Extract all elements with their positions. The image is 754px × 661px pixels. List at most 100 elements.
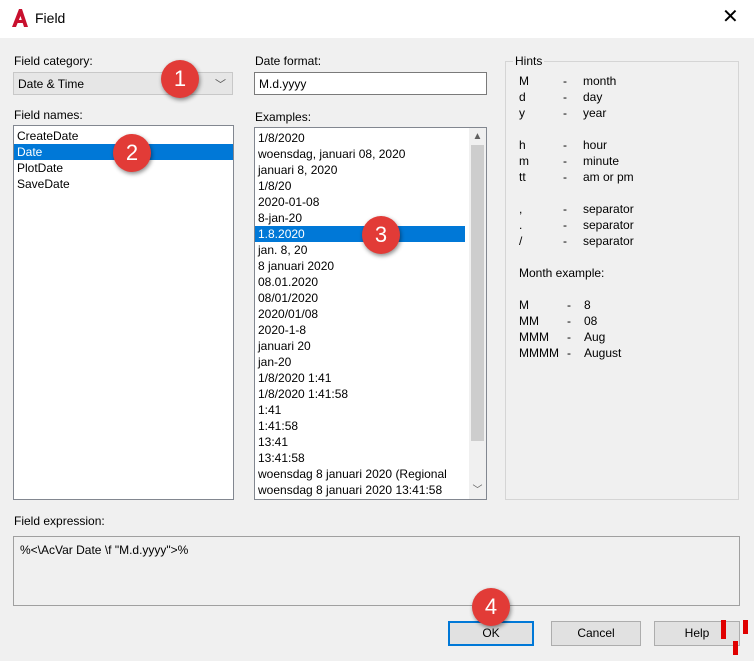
month-dash: -: [567, 346, 571, 360]
annotation-mark: [733, 641, 738, 655]
month-example-row: MMM - Aug: [519, 330, 605, 344]
example-item[interactable]: 2020/01/08: [255, 306, 465, 322]
hint-row: h - hour: [519, 138, 607, 152]
month-desc: August: [584, 346, 622, 360]
example-item[interactable]: 1/8/20: [255, 178, 465, 194]
field-name-item[interactable]: SaveDate: [14, 176, 233, 192]
example-item[interactable]: 08/01/2020: [255, 290, 465, 306]
example-item[interactable]: woensdag, januari 08, 2020: [255, 146, 465, 162]
field-category-dropdown[interactable]: Date & Time ﹀: [13, 72, 233, 95]
month-desc: 8: [584, 298, 591, 312]
hints-group: [505, 61, 739, 500]
example-item[interactable]: woensdag 8 januari 2020 (Regional: [255, 466, 465, 482]
hint-row: m - minute: [519, 154, 619, 168]
hint-desc: separator: [583, 202, 634, 216]
hint-desc: separator: [583, 234, 634, 248]
example-item[interactable]: 13:41: [255, 434, 465, 450]
field-category-value: Date & Time: [18, 77, 85, 91]
hint-desc: day: [583, 90, 603, 104]
hint-desc: year: [583, 106, 607, 120]
examples-label: Examples:: [255, 110, 312, 124]
annotation-badge-1: 1: [161, 60, 199, 98]
annotation-badge-3: 3: [362, 216, 400, 254]
date-format-input[interactable]: M.d.yyyy: [254, 72, 487, 95]
field-category-label: Field category:: [14, 54, 93, 68]
example-item[interactable]: jan-20: [255, 354, 465, 370]
field-expression-value: %<\AcVar Date \f "M.d.yyyy">%: [20, 543, 189, 557]
scroll-up-icon[interactable]: ▲: [469, 128, 486, 145]
annotation-mark: [743, 620, 748, 634]
examples-scrollbar[interactable]: ▲ ﹀: [469, 128, 486, 499]
hint-dash: -: [563, 170, 567, 184]
hints-title: Hints: [513, 54, 545, 68]
example-item[interactable]: 1/8/2020: [255, 130, 465, 146]
example-item[interactable]: woensdag 8 januari 2020 13:41:58: [255, 482, 465, 498]
month-dash: -: [567, 330, 571, 344]
hint-key: ,: [519, 202, 523, 216]
hint-dash: -: [563, 202, 567, 216]
help-button[interactable]: Help: [654, 621, 740, 646]
example-item[interactable]: 1:41: [255, 402, 465, 418]
example-item[interactable]: 2020-01-08: [255, 194, 465, 210]
field-names-label: Field names:: [14, 108, 83, 122]
hint-desc: am or pm: [583, 170, 634, 184]
example-item[interactable]: 08.01.2020: [255, 274, 465, 290]
example-item[interactable]: januari 20: [255, 338, 465, 354]
examples-list[interactable]: 1/8/2020 woensdag, januari 08, 2020 januar…: [254, 127, 487, 500]
example-item[interactable]: 8-jan-20: [255, 210, 465, 226]
hint-dash: -: [563, 138, 567, 152]
month-desc: 08: [584, 314, 598, 328]
month-example-row: MM -08: [519, 314, 597, 328]
month-key: M: [519, 298, 529, 312]
hint-dash: -: [563, 154, 567, 168]
example-item[interactable]: 13:41:58: [255, 450, 465, 466]
close-icon[interactable]: ✕: [722, 7, 739, 27]
example-item[interactable]: 1/8/2020 1:41: [255, 370, 465, 386]
hint-desc: separator: [583, 218, 634, 232]
example-item[interactable]: januari 8, 2020: [255, 162, 465, 178]
example-item[interactable]: 1.8.2020: [255, 226, 465, 242]
hint-row: / - separator: [519, 234, 634, 248]
hint-key: M: [519, 74, 529, 88]
hint-dash: -: [563, 90, 567, 104]
annotation-badge-2: 2: [113, 134, 151, 172]
annotation-badge-4: 4: [472, 588, 510, 626]
hint-key: m: [519, 154, 529, 168]
hint-key: h: [519, 138, 526, 152]
month-desc: Aug: [584, 330, 606, 344]
example-item[interactable]: 2020-1-8: [255, 322, 465, 338]
hint-key: /: [519, 234, 523, 248]
month-example-label: Month example:: [519, 266, 605, 280]
scroll-thumb[interactable]: [471, 145, 484, 441]
chevron-down-icon[interactable]: ﹀: [215, 76, 226, 92]
date-format-label: Date format:: [255, 54, 322, 68]
month-dash: -: [567, 298, 571, 312]
month-example-row: M -8: [519, 298, 591, 312]
month-key: MMM: [519, 330, 549, 344]
title-bar: Field ✕: [0, 0, 754, 38]
month-dash: -: [567, 314, 571, 328]
window-title: Field: [35, 10, 66, 26]
hint-row: y - year: [519, 106, 606, 120]
hint-key: d: [519, 90, 526, 104]
cancel-button[interactable]: Cancel: [551, 621, 641, 646]
example-item[interactable]: 8 januari 2020: [255, 258, 465, 274]
field-names-list[interactable]: CreateDate Date PlotDate SaveDate: [13, 125, 234, 500]
hint-dash: -: [563, 218, 567, 232]
hint-row: d - day: [519, 90, 602, 104]
hint-row: M - month: [519, 74, 616, 88]
example-item[interactable]: 1/8/2020 1:41:58: [255, 386, 465, 402]
hint-desc: minute: [583, 154, 620, 168]
hint-row: tt - am or pm: [519, 170, 634, 184]
scroll-down-icon[interactable]: ﹀: [469, 482, 486, 499]
field-expression-label: Field expression:: [14, 514, 105, 528]
hint-desc: month: [583, 74, 617, 88]
example-item[interactable]: 1:41:58: [255, 418, 465, 434]
field-expression-box[interactable]: %<\AcVar Date \f "M.d.yyyy">%: [13, 536, 740, 606]
autocad-logo-icon: [12, 9, 28, 27]
hint-dash: -: [563, 74, 567, 88]
hint-row: . - separator: [519, 218, 634, 232]
hint-row: , - separator: [519, 202, 634, 216]
month-example-row: MMMM - August: [519, 346, 621, 360]
example-item[interactable]: jan. 8, 20: [255, 242, 465, 258]
